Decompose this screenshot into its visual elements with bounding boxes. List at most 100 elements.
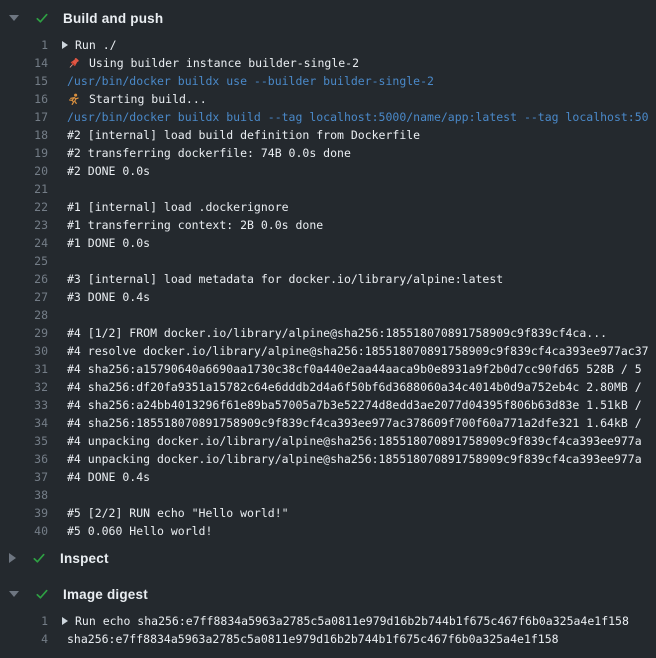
line-number[interactable]: 38 xyxy=(0,486,48,504)
log-line-text: #4 unpacking docker.io/library/alpine@sh… xyxy=(67,432,642,450)
expand-group-arrow-icon[interactable] xyxy=(62,41,68,49)
line-number[interactable]: 29 xyxy=(0,324,48,342)
log-line: 32 #4 sha256:df20fa9351a15782c64e6dddb2d… xyxy=(0,378,656,396)
section-title: Build and push xyxy=(63,11,163,26)
log-line: 35 #4 unpacking docker.io/library/alpine… xyxy=(0,432,656,450)
line-number[interactable]: 14 xyxy=(0,54,48,72)
log-line-text: Starting build... xyxy=(89,90,207,108)
line-number[interactable]: 26 xyxy=(0,270,48,288)
log-line: 22 #1 [internal] load .dockerignore xyxy=(0,198,656,216)
section-lines: 1 Run echo sha256:e7ff8834a5963a2785c5a0… xyxy=(0,612,656,648)
section-header-inspect[interactable]: Inspect xyxy=(0,540,656,576)
log-line-text: #4 sha256:a24bb4013296f61e89ba57005a7b3e… xyxy=(67,396,642,414)
log-line-text: Using builder instance builder-single-2 xyxy=(89,54,359,72)
log-line: 24 #1 DONE 0.0s xyxy=(0,234,656,252)
line-number[interactable]: 36 xyxy=(0,450,48,468)
log-line-text: #3 [internal] load metadata for docker.i… xyxy=(67,270,503,288)
log-line: 40 #5 0.060 Hello world! xyxy=(0,522,656,540)
log-line: 33 #4 sha256:a24bb4013296f61e89ba57005a7… xyxy=(0,396,656,414)
log-line: 23 #1 transferring context: 2B 0.0s done xyxy=(0,216,656,234)
line-number[interactable]: 19 xyxy=(0,144,48,162)
log-line-text: /usr/bin/docker buildx use --builder bui… xyxy=(67,72,434,90)
log-line-text: #4 sha256:a15790640a6690aa1730c38cf0a440… xyxy=(67,360,642,378)
check-icon xyxy=(35,11,49,25)
log-line-text: sha256:e7ff8834a5963a2785c5a0811e979d16b… xyxy=(67,630,559,648)
line-number[interactable]: 25 xyxy=(0,252,48,270)
log-line-text: #1 DONE 0.0s xyxy=(67,234,150,252)
line-number[interactable]: 1 xyxy=(0,36,48,54)
log-line: 15 /usr/bin/docker buildx use --builder … xyxy=(0,72,656,90)
line-number[interactable]: 27 xyxy=(0,288,48,306)
log-line: 17 /usr/bin/docker buildx build --tag lo… xyxy=(0,108,656,126)
line-number[interactable]: 37 xyxy=(0,468,48,486)
log-section: Image digest 1 Run echo sha256:e7ff8834a… xyxy=(0,576,656,648)
line-number[interactable]: 34 xyxy=(0,414,48,432)
pushpin-icon xyxy=(67,54,80,72)
log-line-text: #1 transferring context: 2B 0.0s done xyxy=(67,216,323,234)
log-line: 1 Run ./ xyxy=(0,36,656,54)
line-number[interactable]: 4 xyxy=(0,630,48,648)
log-line-text: #2 DONE 0.0s xyxy=(67,162,150,180)
line-number[interactable]: 40 xyxy=(0,522,48,540)
line-number[interactable]: 23 xyxy=(0,216,48,234)
log-line: 25 xyxy=(0,252,656,270)
log-line: 30 #4 resolve docker.io/library/alpine@s… xyxy=(0,342,656,360)
log-line: 29 #4 [1/2] FROM docker.io/library/alpin… xyxy=(0,324,656,342)
log-line: 19 #2 transferring dockerfile: 74B 0.0s … xyxy=(0,144,656,162)
section-lines: 1 Run ./ 14 Using builder instance build… xyxy=(0,36,656,540)
check-icon xyxy=(32,551,46,565)
log-line: 34 #4 sha256:185518070891758909c9f839cf4… xyxy=(0,414,656,432)
chevron-right-icon[interactable] xyxy=(9,553,16,563)
log-section: Inspect xyxy=(0,540,656,576)
chevron-down-icon[interactable] xyxy=(9,591,19,597)
line-number[interactable]: 33 xyxy=(0,396,48,414)
section-header-build-and-push[interactable]: Build and push xyxy=(0,0,656,36)
line-number[interactable]: 16 xyxy=(0,90,48,108)
actions-job-log: Build and push 1 Run ./ 14 Using builder… xyxy=(0,0,656,658)
line-number[interactable]: 35 xyxy=(0,432,48,450)
log-line: 38 xyxy=(0,486,656,504)
log-line-text: #4 [1/2] FROM docker.io/library/alpine@s… xyxy=(67,324,607,342)
line-number[interactable]: 22 xyxy=(0,198,48,216)
log-line: 27 #3 DONE 0.4s xyxy=(0,288,656,306)
log-line: 37 #4 DONE 0.4s xyxy=(0,468,656,486)
log-line-text: #2 [internal] load build definition from… xyxy=(67,126,420,144)
line-number[interactable]: 20 xyxy=(0,162,48,180)
chevron-down-icon[interactable] xyxy=(9,15,19,21)
line-number[interactable]: 1 xyxy=(0,612,48,630)
log-line: 16 Starting build... xyxy=(0,90,656,108)
log-line: 4 sha256:e7ff8834a5963a2785c5a0811e979d1… xyxy=(0,630,656,648)
line-number[interactable]: 21 xyxy=(0,180,48,198)
log-line: 21 xyxy=(0,180,656,198)
line-number[interactable]: 31 xyxy=(0,360,48,378)
runner-icon xyxy=(67,90,80,108)
log-line-text: #1 [internal] load .dockerignore xyxy=(67,198,289,216)
log-line-text: #5 [2/2] RUN echo "Hello world!" xyxy=(67,504,289,522)
log-line: 20 #2 DONE 0.0s xyxy=(0,162,656,180)
line-number[interactable]: 24 xyxy=(0,234,48,252)
line-number[interactable]: 15 xyxy=(0,72,48,90)
line-number[interactable]: 30 xyxy=(0,342,48,360)
log-line: 36 #4 unpacking docker.io/library/alpine… xyxy=(0,450,656,468)
log-line-text: #4 DONE 0.4s xyxy=(67,468,150,486)
log-line: 26 #3 [internal] load metadata for docke… xyxy=(0,270,656,288)
log-line-text: Run echo sha256:e7ff8834a5963a2785c5a081… xyxy=(75,612,629,630)
log-line: 31 #4 sha256:a15790640a6690aa1730c38cf0a… xyxy=(0,360,656,378)
log-line-text: Run ./ xyxy=(75,36,117,54)
log-section: Build and push 1 Run ./ 14 Using builder… xyxy=(0,0,656,540)
expand-group-arrow-icon[interactable] xyxy=(62,617,68,625)
section-title: Inspect xyxy=(60,551,109,566)
line-number[interactable]: 32 xyxy=(0,378,48,396)
log-line-text: /usr/bin/docker buildx build --tag local… xyxy=(67,108,649,126)
line-number[interactable]: 18 xyxy=(0,126,48,144)
log-line-text: #2 transferring dockerfile: 74B 0.0s don… xyxy=(67,144,351,162)
log-line: 28 xyxy=(0,306,656,324)
section-title: Image digest xyxy=(63,587,148,602)
line-number[interactable]: 39 xyxy=(0,504,48,522)
section-header-image-digest[interactable]: Image digest xyxy=(0,576,656,612)
log-line-text: #4 unpacking docker.io/library/alpine@sh… xyxy=(67,450,642,468)
line-number[interactable]: 17 xyxy=(0,108,48,126)
log-line-text: #4 sha256:185518070891758909c9f839cf4ca3… xyxy=(67,414,642,432)
log-line-text: #4 sha256:df20fa9351a15782c64e6dddb2d4a6… xyxy=(67,378,642,396)
line-number[interactable]: 28 xyxy=(0,306,48,324)
